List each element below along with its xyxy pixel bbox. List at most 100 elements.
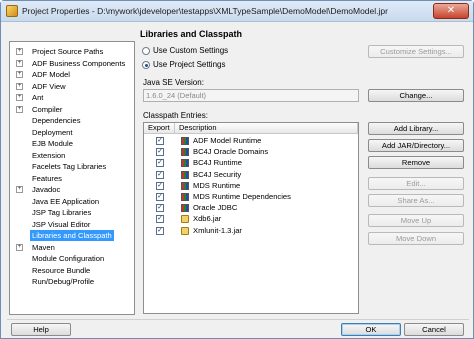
column-header-export[interactable]: Export (144, 123, 175, 134)
export-checkbox[interactable]: ✓ (156, 137, 164, 145)
entry-description: BC4J Oracle Domains (193, 147, 269, 157)
expand-icon[interactable]: + (16, 105, 23, 113)
library-icon (181, 137, 189, 145)
ok-button[interactable]: OK (341, 323, 401, 336)
tree-item-label: Maven (32, 242, 55, 252)
java-se-version-label: Java SE Version: (143, 78, 204, 87)
tree-item[interactable]: Resource Bundle (10, 265, 134, 276)
expand-icon[interactable]: + (16, 82, 23, 90)
tree-item[interactable]: + ADF View (10, 81, 134, 92)
java-se-version-field[interactable]: 1.6.0_24 (Default) (143, 89, 359, 102)
tree-item[interactable]: + Compiler (10, 104, 134, 115)
cancel-button[interactable]: Cancel (404, 323, 464, 336)
tree-item[interactable]: Run/Debug/Profile (10, 276, 134, 287)
classpath-row[interactable]: ✓ MDS Runtime Dependencies (144, 192, 358, 202)
footer-divider (7, 319, 469, 320)
tree-item-label: Deployment (32, 127, 73, 137)
classpath-row[interactable]: ✓ BC4J Security (144, 170, 358, 180)
export-checkbox[interactable]: ✓ (156, 204, 164, 213)
expand-icon[interactable]: + (16, 186, 23, 193)
tree-item[interactable]: Module Configuration (10, 253, 134, 264)
tree-item[interactable]: + ADF Model (10, 69, 134, 80)
classpath-row[interactable]: ✓ Oracle JDBC (144, 203, 358, 213)
export-checkbox[interactable]: ✓ (156, 193, 164, 201)
tree-item[interactable]: + Maven (10, 242, 134, 253)
project-icon (6, 5, 18, 17)
classpath-row[interactable]: ✓ ADF Model Runtime (144, 136, 358, 146)
export-checkbox[interactable]: ✓ (156, 148, 164, 157)
classpath-row[interactable]: ✓ Xdb6.jar (144, 214, 358, 224)
tree-item-label: EJB Module (32, 139, 73, 148)
tree-item[interactable]: Facelets Tag Libraries (10, 161, 134, 172)
radio-label: Use Custom Settings (153, 46, 229, 55)
tree-item[interactable]: Features (10, 173, 134, 184)
export-checkbox[interactable]: ✓ (156, 215, 164, 224)
tree-item[interactable]: Dependencies (10, 115, 134, 126)
tree-item-label: Extension (32, 150, 66, 160)
edit-button[interactable]: Edit... (368, 177, 464, 190)
close-button[interactable]: ✕ (433, 3, 469, 19)
expand-icon[interactable]: + (16, 48, 23, 55)
expand-icon[interactable]: + (16, 94, 23, 101)
library-icon (181, 204, 189, 213)
tree-item-label: Features (32, 173, 62, 183)
classpath-table: Export Description ✓ ADF Model Runtime ✓ BC… (143, 122, 359, 314)
classpath-row[interactable]: ✓ Xmlunit-1.3.jar (144, 226, 358, 236)
tree-item-label: Run/Debug/Profile (32, 277, 95, 286)
classpath-entries-label: Classpath Entries: (143, 111, 208, 120)
tree-item-label: Ant (32, 93, 44, 102)
library-icon (181, 148, 189, 157)
share-as-button[interactable]: Share As... (368, 194, 464, 207)
title-bar: Project Properties - D:\mywork\jdevelope… (1, 1, 473, 22)
classpath-row[interactable]: ✓ MDS Runtime (144, 181, 358, 191)
add-jar-directory-button[interactable]: Add JAR/Directory... (368, 139, 464, 152)
entry-description: Xmlunit-1.3.jar (193, 225, 242, 235)
customize-settings-button[interactable]: Customize Settings... (368, 45, 464, 58)
tree-item[interactable]: + Project Source Paths (10, 46, 134, 57)
tree-item[interactable]: EJB Module (10, 138, 134, 149)
tree-item[interactable]: JSP Visual Editor (10, 219, 134, 230)
entry-description: Xdb6.jar (193, 214, 222, 224)
classpath-row[interactable]: ✓ BC4J Oracle Domains (144, 147, 358, 157)
column-header-description[interactable]: Description (175, 123, 358, 134)
help-button[interactable]: Help (11, 323, 71, 336)
entry-description: BC4J Runtime (193, 158, 242, 168)
tree-item[interactable]: JSP Tag Libraries (10, 207, 134, 218)
move-down-button[interactable]: Move Down (368, 232, 464, 245)
project-properties-dialog: Project Properties - D:\mywork\jdevelope… (0, 0, 474, 339)
tree-item-label: Javadoc (32, 185, 61, 194)
tree-item-label: Libraries and Classpath (30, 230, 114, 241)
export-checkbox[interactable]: ✓ (156, 181, 164, 190)
entry-description: MDS Runtime (193, 180, 241, 190)
radio-dot-selected (142, 61, 150, 69)
tree-item-label: Module Configuration (32, 254, 105, 263)
remove-button[interactable]: Remove (368, 156, 464, 169)
expand-icon[interactable]: + (16, 59, 23, 67)
tree-item[interactable]: Libraries and Classpath (10, 230, 134, 241)
tree-item-label: JSP Tag Libraries (32, 208, 92, 217)
export-checkbox[interactable]: ✓ (156, 159, 164, 168)
change-button[interactable]: Change... (368, 89, 464, 102)
classpath-row[interactable]: ✓ BC4J Runtime (144, 158, 358, 168)
tree-item[interactable]: Java EE Application (10, 196, 134, 207)
tree-item-label: ADF Business Components (32, 58, 126, 68)
tree-item-label: Project Source Paths (32, 47, 104, 56)
entry-description: Oracle JDBC (193, 203, 238, 213)
export-checkbox[interactable]: ✓ (156, 226, 164, 235)
radio-label: Use Project Settings (153, 60, 226, 69)
expand-icon[interactable]: + (16, 71, 23, 78)
tree-item[interactable]: Deployment (10, 127, 134, 138)
expand-icon[interactable]: + (16, 243, 23, 251)
tree-item[interactable]: + Javadoc (10, 184, 134, 195)
jar-icon (181, 215, 189, 224)
tree-item-label: Java EE Application (32, 196, 100, 206)
tree-item[interactable]: + ADF Business Components (10, 58, 134, 69)
add-library-button[interactable]: Add Library... (368, 122, 464, 135)
category-tree[interactable]: + Project Source Paths + ADF Business Compo… (9, 41, 135, 315)
library-icon (181, 159, 189, 168)
tree-item[interactable]: + Ant (10, 92, 134, 103)
export-checkbox[interactable]: ✓ (156, 170, 164, 179)
tree-item-label: Facelets Tag Libraries (32, 162, 107, 171)
move-up-button[interactable]: Move Up (368, 214, 464, 227)
tree-item[interactable]: Extension (10, 150, 134, 161)
